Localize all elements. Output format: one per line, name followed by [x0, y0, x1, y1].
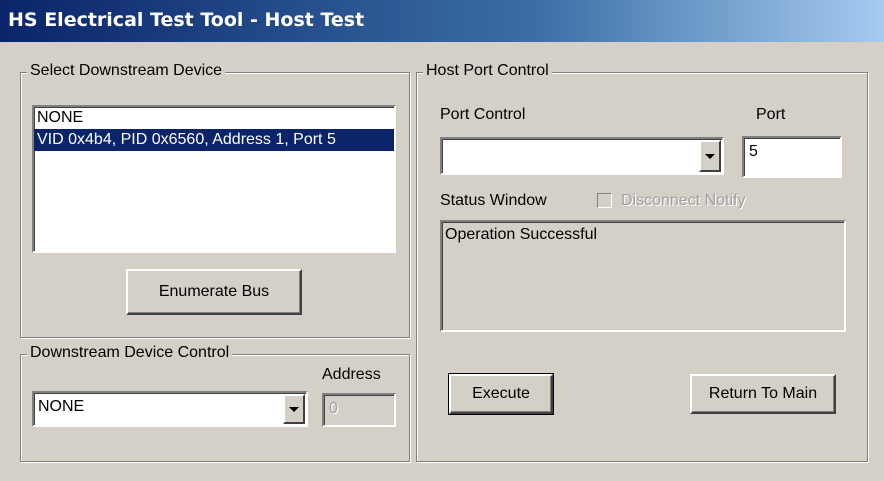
chevron-down-icon[interactable] — [283, 394, 305, 424]
window-title: HS Electrical Test Tool - Host Test — [8, 9, 365, 31]
window-body: Select Downstream Device NONE VID 0x4b4,… — [0, 42, 884, 481]
execute-button[interactable]: Execute — [448, 373, 554, 415]
port-control-label: Port Control — [440, 106, 526, 123]
device-list-item-selected[interactable]: VID 0x4b4, PID 0x6560, Address 1, Port 5 — [34, 129, 394, 151]
downstream-device-combo-value: NONE — [38, 398, 85, 415]
status-window-text: Operation Successful — [445, 226, 598, 243]
address-label: Address — [322, 366, 381, 383]
chevron-down-icon[interactable] — [699, 140, 721, 172]
address-field[interactable]: 0 — [322, 393, 396, 427]
return-to-main-button[interactable]: Return To Main — [690, 374, 836, 414]
port-control-combo[interactable] — [440, 137, 724, 175]
status-window-label: Status Window — [440, 192, 547, 209]
port-label: Port — [756, 106, 786, 123]
enumerate-bus-button[interactable]: Enumerate Bus — [126, 269, 302, 315]
downstream-device-combo[interactable]: NONE — [32, 391, 308, 427]
disconnect-notify-checkbox[interactable] — [597, 193, 612, 208]
title-bar[interactable]: HS Electrical Test Tool - Host Test — [0, 0, 884, 42]
downstream-device-control-label: Downstream Device Control — [27, 344, 233, 362]
disconnect-notify-label[interactable]: Disconnect Notify — [621, 192, 746, 210]
address-field-value: 0 — [329, 400, 338, 417]
port-field-value: 5 — [749, 143, 758, 160]
select-downstream-device-label: Select Downstream Device — [27, 62, 226, 80]
host-port-control-label: Host Port Control — [423, 62, 552, 80]
device-list-item-none[interactable]: NONE — [34, 107, 394, 129]
port-field[interactable]: 5 — [742, 136, 842, 178]
device-list[interactable]: NONE VID 0x4b4, PID 0x6560, Address 1, P… — [32, 105, 396, 253]
status-window: Operation Successful — [440, 220, 846, 332]
